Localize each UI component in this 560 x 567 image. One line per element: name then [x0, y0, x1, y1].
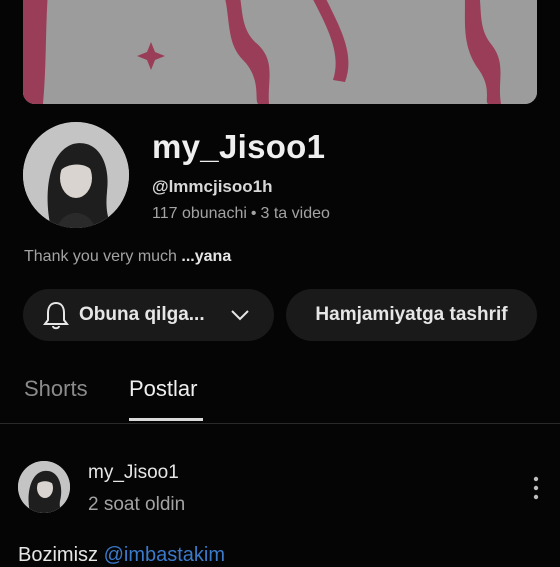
subscribed-button[interactable]: Obuna qilga...: [23, 289, 274, 341]
post-mention-link[interactable]: @imbastakim: [104, 544, 225, 566]
description-text: Thank you very much: [24, 248, 177, 265]
channel-name: my_Jisoo1: [152, 128, 326, 165]
tabs-divider: [0, 423, 560, 424]
more-vert-icon[interactable]: [526, 474, 546, 502]
subscribed-label: Obuna qilga...: [79, 304, 205, 325]
description-more-link[interactable]: ...yana: [181, 248, 231, 265]
post-body: Bozimisz @imbastakim: [18, 544, 225, 567]
post-timestamp: 2 soat oldin: [88, 494, 186, 515]
subscriber-count: 117 obunachi: [152, 205, 247, 222]
chevron-down-icon: [231, 310, 249, 321]
channel-avatar[interactable]: [23, 122, 129, 228]
tab-posts[interactable]: Postlar: [129, 376, 197, 402]
channel-banner: [23, 0, 537, 104]
post-text: Bozimisz: [18, 544, 104, 566]
visit-community-label: Hamjamiyatga tashrif: [315, 304, 508, 325]
bell-icon: [43, 301, 69, 330]
video-count: 3 ta video: [260, 205, 330, 222]
stats-separator: •: [250, 205, 257, 222]
post-author-avatar[interactable]: [18, 461, 70, 513]
channel-handle: @lmmcjisoo1h: [152, 177, 273, 196]
tab-shorts[interactable]: Shorts: [24, 376, 88, 402]
channel-stats: 117 obunachi • 3 ta video: [152, 205, 330, 223]
post-author-name[interactable]: my_Jisoo1: [88, 462, 179, 484]
channel-description[interactable]: Thank you very much ...yana: [24, 248, 231, 266]
active-tab-indicator: [129, 418, 203, 421]
visit-community-button[interactable]: Hamjamiyatga tashrif: [286, 289, 537, 341]
